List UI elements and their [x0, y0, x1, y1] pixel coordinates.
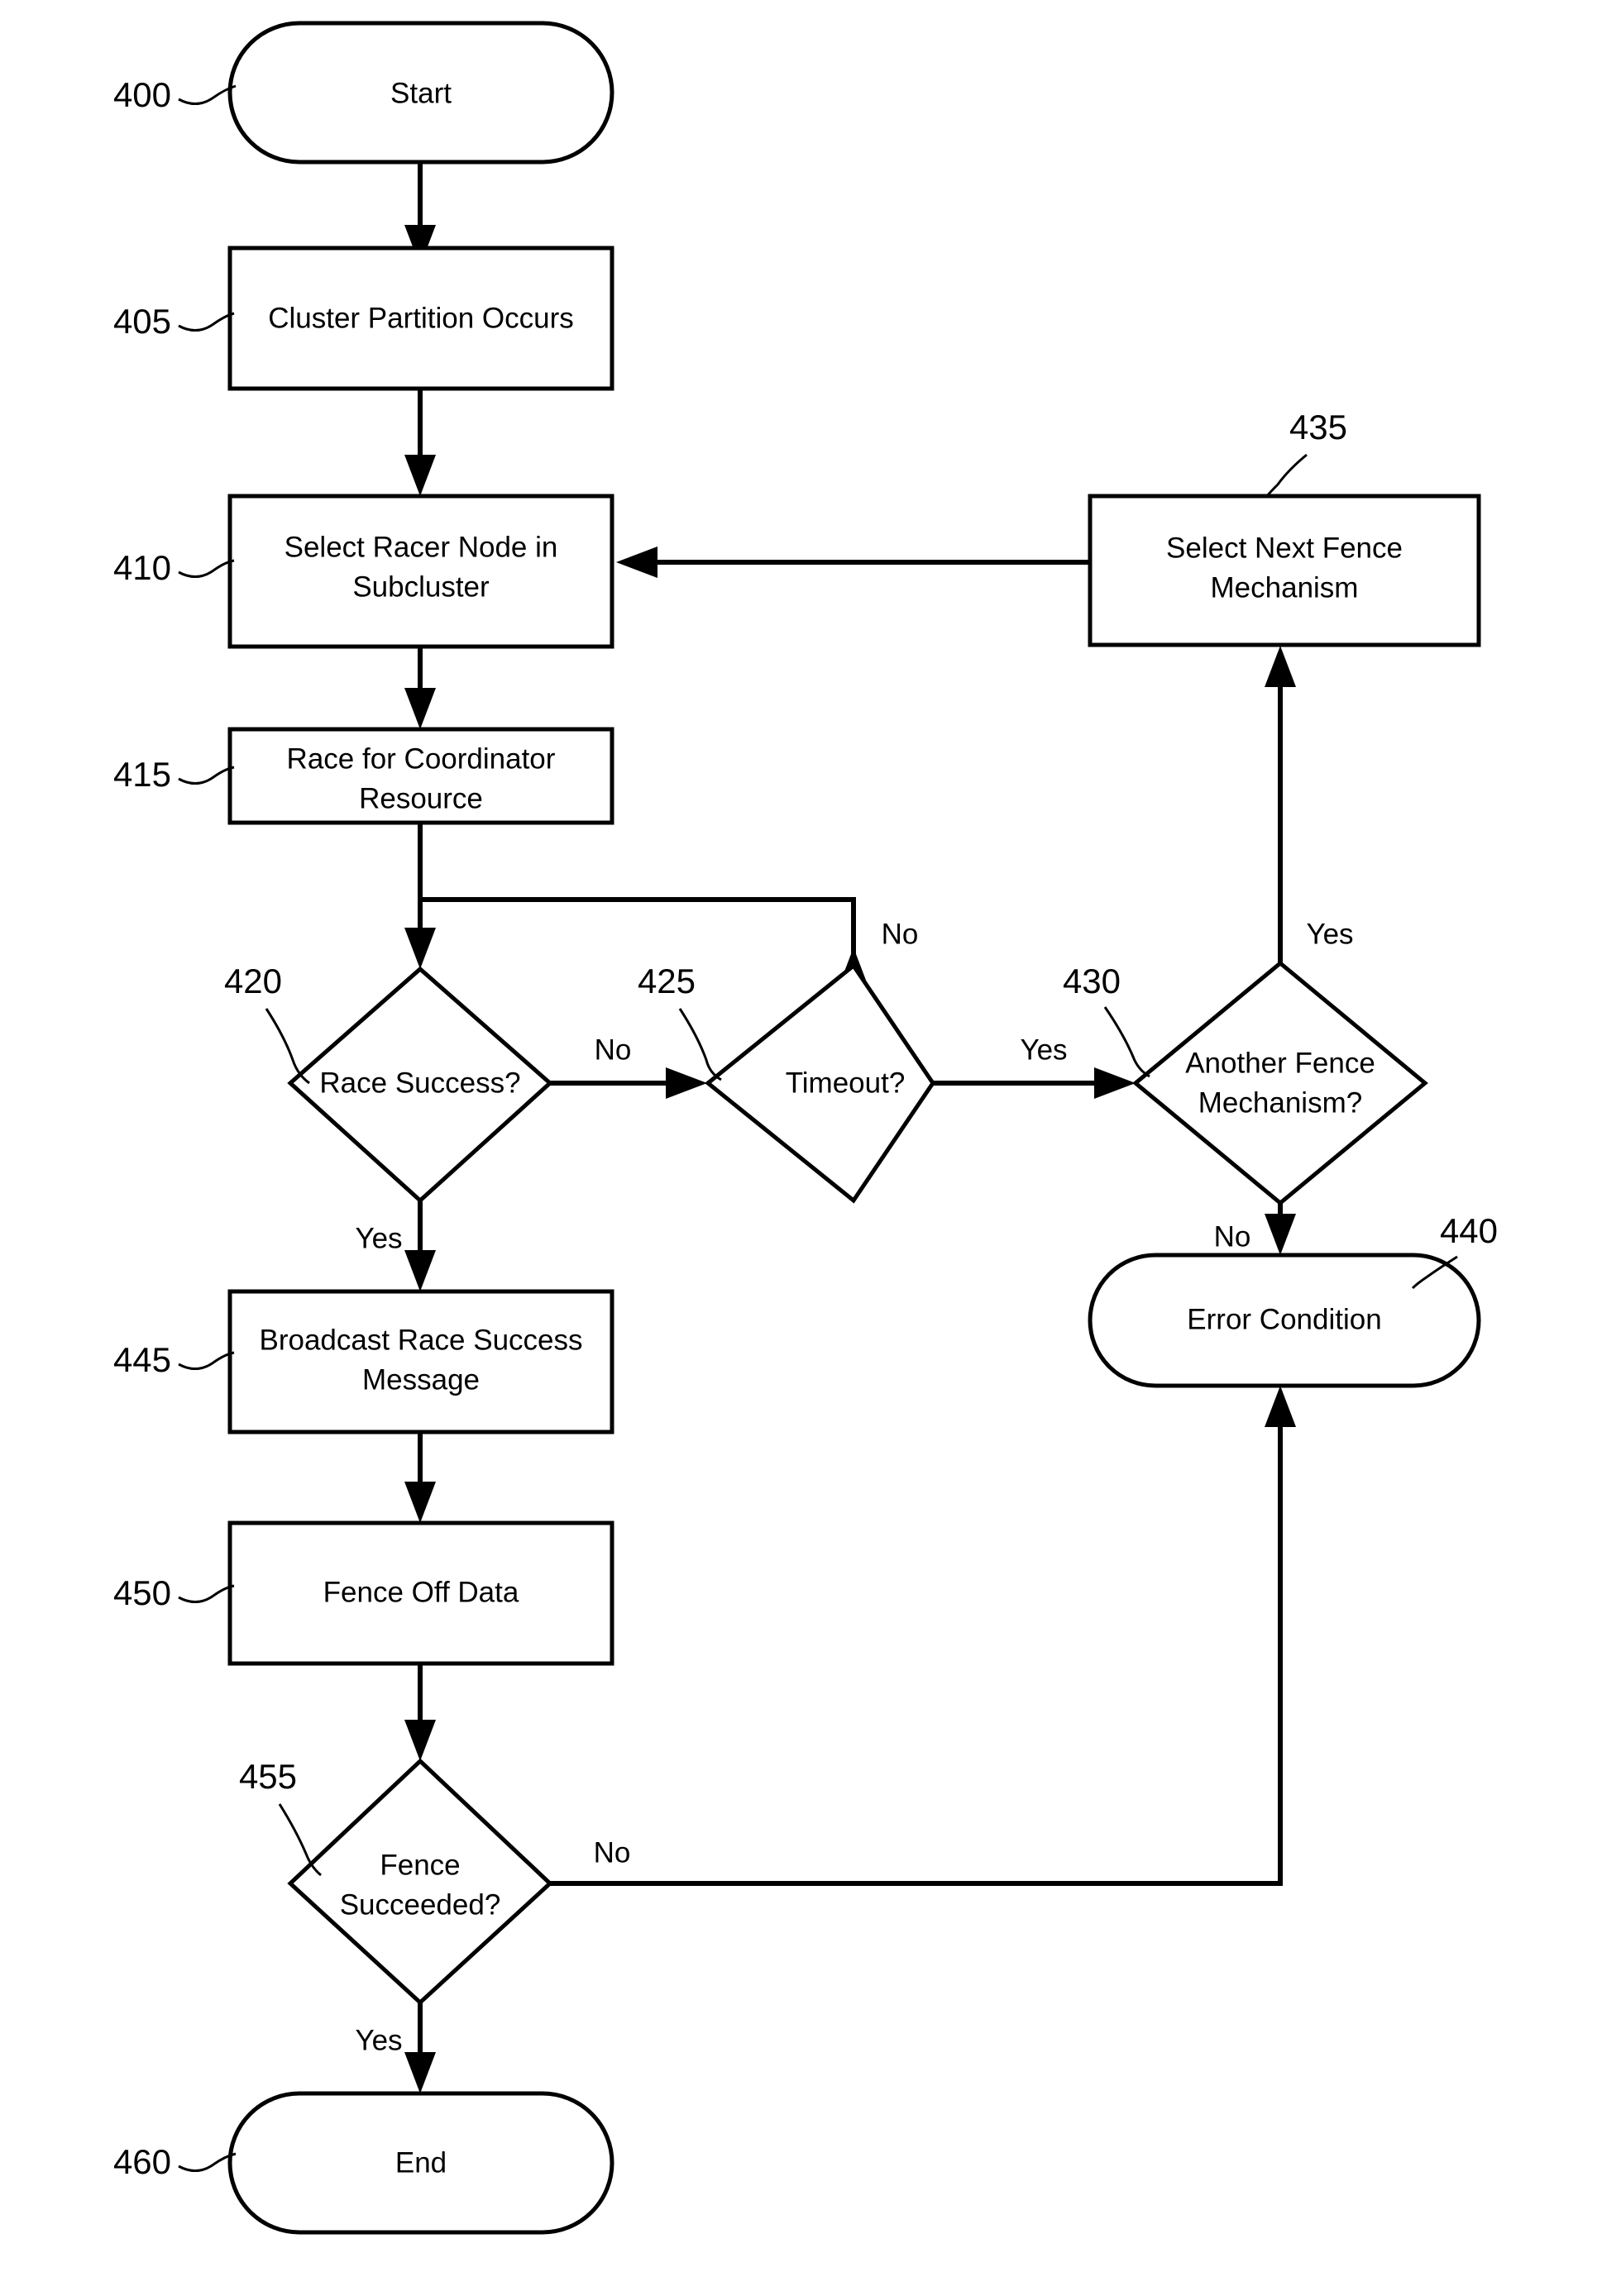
edge-select-next-fence-to-select-racer	[616, 547, 1090, 578]
ref-callout-445: 445	[113, 1340, 235, 1379]
svg-text:400: 400	[113, 75, 171, 114]
ref-callout-405: 405	[113, 302, 235, 341]
edge-label-fence-succeeded-yes: Yes	[355, 2024, 402, 2056]
edge-another-fence-no-to-error-condition	[1265, 1203, 1296, 1255]
svg-text:415: 415	[113, 755, 171, 794]
node-select-racer-label-line2: Subcluster	[352, 570, 490, 603]
node-fence-succeeded-label-line1: Fence	[380, 1849, 460, 1881]
ref-callout-455: 455	[239, 1757, 322, 1877]
flowchart-canvas: Start Cluster Partition Occurs Select Ra…	[0, 0, 1621, 2296]
edge-race-coordinator-to-race-success	[404, 823, 436, 969]
ref-callout-410: 410	[113, 548, 235, 587]
edge-fence-succeeded-no-to-error-condition	[550, 1386, 1296, 1886]
svg-text:445: 445	[113, 1340, 171, 1379]
ref-callout-420: 420	[224, 962, 310, 1085]
node-race-success-label: Race Success?	[319, 1067, 520, 1099]
svg-text:410: 410	[113, 548, 171, 587]
ref-callout-400: 400	[113, 75, 237, 114]
node-error-condition-label: Error Condition	[1187, 1303, 1381, 1335]
node-select-next-fence-mechanism[interactable]: Select Next Fence Mechanism	[1088, 494, 1481, 647]
node-select-racer-label-line1: Select Racer Node in	[285, 531, 558, 563]
svg-text:420: 420	[224, 962, 282, 1000]
node-select-next-fence-label-line1: Select Next Fence	[1166, 532, 1403, 564]
ref-callout-430: 430	[1063, 962, 1150, 1078]
edge-label-race-success-yes: Yes	[355, 1222, 402, 1254]
svg-text:435: 435	[1289, 408, 1347, 446]
ref-callout-435: 435	[1265, 408, 1347, 497]
node-end[interactable]: End	[227, 2091, 614, 2235]
svg-text:425: 425	[638, 962, 696, 1000]
svg-text:455: 455	[239, 1757, 297, 1796]
node-race-coordinator-label-line2: Resource	[359, 782, 483, 814]
edge-another-fence-yes-to-select-next-fence	[1265, 646, 1296, 963]
node-race-for-coordinator-resource[interactable]: Race for Coordinator Resource	[227, 727, 614, 825]
node-end-label: End	[395, 2146, 447, 2179]
edge-label-race-success-no: No	[595, 1033, 632, 1066]
ref-callout-450: 450	[113, 1573, 235, 1612]
node-race-coordinator-label-line1: Race for Coordinator	[287, 742, 556, 775]
node-broadcast-label-line2: Message	[362, 1363, 480, 1396]
node-cluster-partition-occurs[interactable]: Cluster Partition Occurs	[227, 246, 614, 391]
edge-cluster-partition-to-select-racer	[404, 389, 436, 496]
svg-text:430: 430	[1063, 962, 1121, 1000]
node-fence-off-data-label: Fence Off Data	[323, 1576, 519, 1608]
edge-fence-off-data-to-fence-succeeded	[404, 1664, 436, 1761]
node-broadcast-race-success-message[interactable]: Broadcast Race Success Message	[227, 1289, 614, 1434]
node-start[interactable]: Start	[227, 21, 614, 165]
node-another-fence-mechanism-decision[interactable]: Another Fence Mechanism?	[1132, 960, 1428, 1206]
edge-select-racer-to-race-coordinator	[404, 647, 436, 729]
node-error-condition[interactable]: Error Condition	[1088, 1253, 1481, 1388]
node-another-fence-label-line1: Another Fence	[1185, 1047, 1375, 1079]
node-select-racer-node[interactable]: Select Racer Node in Subcluster	[227, 494, 614, 649]
node-timeout-label: Timeout?	[786, 1067, 906, 1099]
node-cluster-partition-label: Cluster Partition Occurs	[268, 302, 574, 334]
svg-text:460: 460	[113, 2142, 171, 2181]
edge-timeout-yes-to-another-fence	[933, 1067, 1136, 1099]
node-start-label: Start	[390, 77, 452, 109]
node-broadcast-label-line1: Broadcast Race Success	[259, 1324, 582, 1356]
edge-race-success-yes-to-broadcast	[404, 1201, 436, 1291]
node-fence-succeeded-label-line2: Succeeded?	[340, 1888, 501, 1921]
node-another-fence-label-line2: Mechanism?	[1198, 1086, 1362, 1119]
node-fence-succeeded-decision[interactable]: Fence Succeeded?	[287, 1758, 553, 2006]
edge-race-success-no-to-timeout	[550, 1067, 707, 1099]
ref-callout-460: 460	[113, 2142, 237, 2181]
svg-text:440: 440	[1440, 1211, 1498, 1250]
edge-label-another-fence-yes: Yes	[1306, 918, 1353, 950]
flowchart-svg: Start Cluster Partition Occurs Select Ra…	[113, 21, 1498, 2235]
edge-label-another-fence-no: No	[1214, 1220, 1251, 1253]
ref-callout-425: 425	[638, 962, 722, 1081]
edge-fence-succeeded-yes-to-end	[404, 2002, 436, 2093]
node-race-success-decision[interactable]: Race Success?	[287, 966, 553, 1204]
node-timeout-decision[interactable]: Timeout?	[705, 962, 936, 1204]
edge-label-timeout-yes: Yes	[1020, 1033, 1067, 1066]
edge-broadcast-to-fence-off-data	[404, 1432, 436, 1523]
node-fence-off-data[interactable]: Fence Off Data	[227, 1520, 614, 1666]
svg-text:405: 405	[113, 302, 171, 341]
edge-label-timeout-no: No	[882, 918, 919, 950]
ref-callout-415: 415	[113, 755, 235, 794]
node-select-next-fence-label-line2: Mechanism	[1211, 571, 1359, 604]
edge-label-fence-succeeded-no: No	[594, 1836, 631, 1869]
svg-text:450: 450	[113, 1573, 171, 1612]
